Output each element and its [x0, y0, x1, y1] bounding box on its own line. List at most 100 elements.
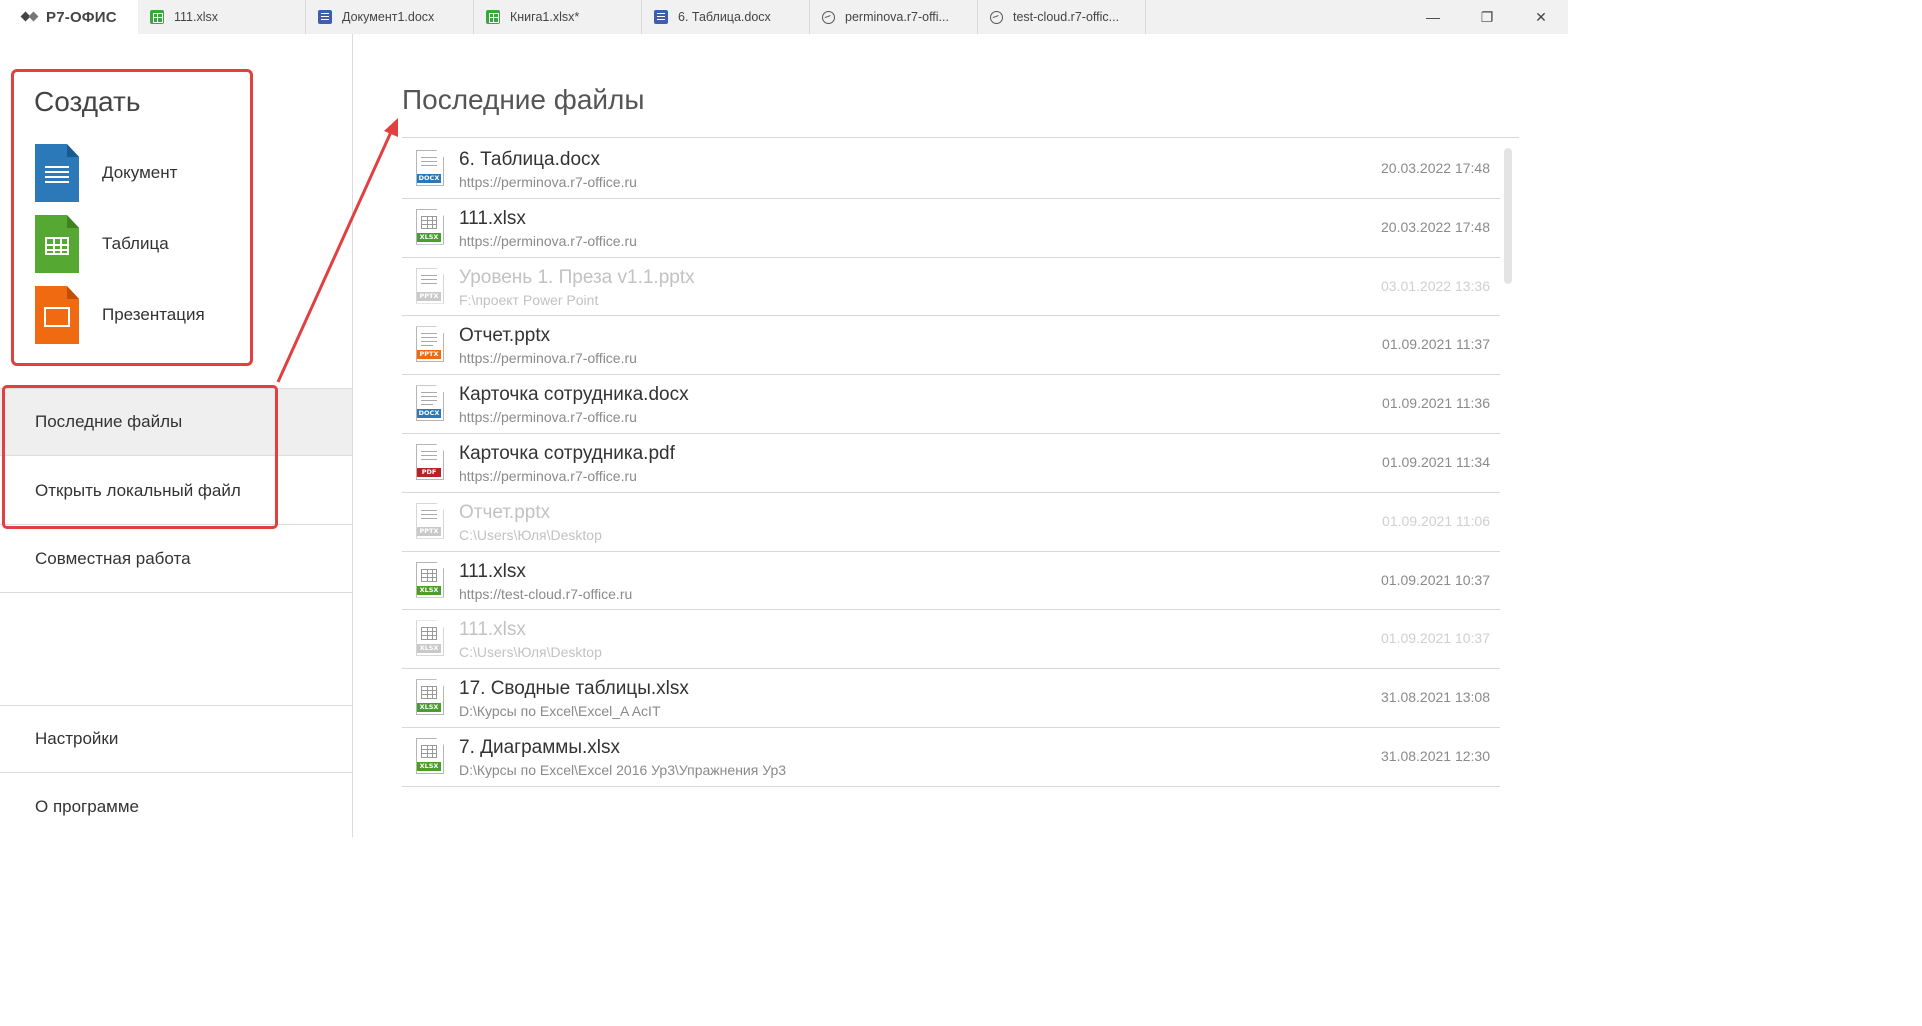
file-path: https://test-cloud.r7-office.ru	[459, 585, 633, 602]
docx-icon	[654, 10, 668, 24]
file-name: 17. Сводные таблицы.xlsx	[459, 678, 689, 700]
xlsx-icon	[150, 10, 164, 24]
tab-label: perminova.r7-offi...	[845, 10, 949, 24]
docx-file-icon: DOCX	[416, 385, 444, 422]
file-type-badge: XLSX	[417, 232, 441, 242]
file-name: 111.xlsx	[459, 619, 526, 641]
tab-file[interactable]: 6. Таблица.docx	[642, 0, 810, 34]
docx-file-icon: DOCX	[416, 150, 444, 186]
recent-files-list: DOCX 6. Таблица.docx https://perminova.r7-…	[402, 140, 1500, 787]
file-date: 31.08.2021 12:30	[1381, 747, 1490, 764]
file-date: 31.08.2021 13:08	[1381, 689, 1490, 706]
file-row[interactable]: XLSX 111.xlsx https://perminova.r7-office.…	[402, 199, 1500, 258]
file-type-badge: PPTX	[417, 291, 441, 301]
tab-portal[interactable]: test-cloud.r7-offic...	[978, 0, 1146, 34]
file-path: F:\проект Power Point	[459, 291, 599, 308]
xlsx-file-icon: XLSX	[416, 620, 444, 657]
file-type-badge: PDF	[417, 467, 441, 477]
file-name: 6. Таблица.docx	[459, 149, 601, 170]
docx-icon	[318, 10, 332, 24]
file-type-badge: XLSX	[417, 761, 441, 771]
nav-settings[interactable]: Настройки	[0, 705, 352, 773]
file-path: D:\Курсы по Excel\Excel_A AcIT	[459, 703, 661, 720]
pptx-file-icon: PPTX	[416, 502, 444, 539]
file-path: D:\Курсы по Excel\Excel 2016 Ур3\Упражне…	[459, 761, 787, 778]
file-name: Карточка сотрудника.docx	[459, 384, 689, 406]
xlsx-file-icon: XLSX	[416, 737, 444, 774]
file-row[interactable]: PPTX Отчет.pptx C:\Users\Юля\Desktop 01.09.…	[402, 493, 1500, 552]
cloud-icon	[822, 10, 835, 24]
file-row[interactable]: XLSX 111.xlsx C:\Users\Юля\Desktop 01.09.20…	[402, 610, 1500, 670]
create-spreadsheet-label: Таблица	[102, 234, 169, 253]
file-date: 01.09.2021 11:34	[1382, 453, 1490, 470]
pptx-file-icon: PPTX	[416, 267, 444, 304]
minimize-button[interactable]: —	[1406, 0, 1460, 34]
file-row[interactable]: PDF Карточка сотрудника.pdf https://permin…	[402, 434, 1500, 493]
file-date: 20.03.2022 17:48	[1381, 218, 1490, 235]
xlsx-file-icon: XLSX	[416, 679, 444, 716]
brand-home-tab[interactable]: Р7-ОФИС	[0, 0, 138, 34]
tab-label: 111.xlsx	[174, 10, 219, 24]
presentation-icon	[35, 286, 79, 344]
pptx-file-icon: PPTX	[416, 326, 444, 363]
create-spreadsheet-button[interactable]: Таблица	[35, 215, 169, 273]
file-row[interactable]: DOCX Карточка сотрудника.docx https://perm…	[402, 375, 1500, 434]
tab-label: 6. Таблица.docx	[678, 10, 771, 24]
tab-label: Документ1.docx	[342, 10, 435, 24]
document-icon	[35, 144, 79, 202]
scrollbar[interactable]	[1504, 148, 1512, 284]
file-row[interactable]: XLSX 111.xlsx https://test-cloud.r7-office…	[402, 552, 1500, 611]
file-row[interactable]: XLSX 17. Сводные таблицы.xlsx D:\Курсы по …	[402, 669, 1500, 728]
file-path: C:\Users\Юля\Desktop	[459, 526, 602, 543]
file-row[interactable]: PPTX Отчет.pptx https://perminova.r7-offic…	[402, 316, 1500, 376]
brand-logo-icon	[20, 11, 42, 22]
tab-file[interactable]: Документ1.docx	[306, 0, 474, 34]
tab-label: test-cloud.r7-offic...	[1013, 10, 1120, 24]
file-name: Отчет.pptx	[459, 501, 551, 523]
file-date: 01.09.2021 10:37	[1381, 571, 1490, 588]
create-document-button[interactable]: Документ	[35, 144, 177, 202]
file-date: 20.03.2022 17:48	[1381, 160, 1490, 176]
close-button[interactable]: ✕	[1514, 0, 1568, 34]
file-name: 7. Диаграммы.xlsx	[459, 736, 621, 758]
xlsx-file-icon: XLSX	[416, 208, 444, 245]
file-date: 03.01.2022 13:36	[1381, 277, 1490, 294]
nav-about-label: О программе	[35, 797, 140, 816]
tab-label: Книга1.xlsx*	[510, 10, 580, 24]
file-path: https://perminova.r7-office.ru	[459, 409, 637, 426]
file-path: https://perminova.r7-office.ru	[459, 350, 637, 367]
tab-file[interactable]: Книга1.xlsx*	[474, 0, 642, 34]
restore-button[interactable]: ❐	[1460, 0, 1514, 34]
nav-about[interactable]: О программе	[0, 773, 352, 841]
file-name: Отчет.pptx	[459, 325, 551, 347]
nav-settings-label: Настройки	[35, 729, 119, 748]
nav-collaboration[interactable]: Совместная работа	[0, 525, 352, 593]
sidebar: Создать Документ Таблица Презентация Пос…	[0, 34, 353, 837]
file-name: Уровень 1. Преза v1.1.pptx	[459, 266, 695, 288]
file-date: 01.09.2021 11:06	[1382, 512, 1490, 529]
spreadsheet-icon	[35, 215, 79, 273]
file-path: https://perminova.r7-office.ru	[459, 232, 637, 249]
file-name: 111.xlsx	[459, 207, 526, 229]
nav-highlight-frame	[2, 385, 278, 529]
file-date: 01.09.2021 10:37	[1381, 630, 1490, 647]
file-type-badge: DOCX	[417, 174, 441, 183]
file-type-badge: XLSX	[417, 585, 441, 595]
file-row[interactable]: DOCX 6. Таблица.docx https://perminova.r7-…	[402, 140, 1500, 199]
file-type-badge: XLSX	[417, 703, 441, 713]
file-type-badge: PPTX	[417, 350, 441, 360]
file-row[interactable]: XLSX 7. Диаграммы.xlsx D:\Курсы по Excel\E…	[402, 728, 1500, 787]
nav-collaboration-label: Совместная работа	[35, 548, 191, 568]
tab-portal[interactable]: perminova.r7-offi...	[810, 0, 978, 34]
create-presentation-button[interactable]: Презентация	[35, 286, 205, 344]
window-controls: — ❐ ✕	[1406, 0, 1568, 34]
cloud-icon	[990, 10, 1003, 24]
create-presentation-label: Презентация	[102, 305, 205, 324]
tab-file[interactable]: 111.xlsx	[138, 0, 306, 34]
create-document-label: Документ	[102, 163, 178, 182]
pdf-file-icon: PDF	[416, 443, 444, 480]
file-row[interactable]: PPTX Уровень 1. Преза v1.1.pptx F:\проект …	[402, 258, 1500, 317]
brand-label: Р7-ОФИС	[46, 8, 117, 26]
title-bar: Р7-ОФИС 111.xlsx Документ1.docx Книга1.x…	[0, 0, 1568, 34]
divider	[402, 137, 1519, 138]
